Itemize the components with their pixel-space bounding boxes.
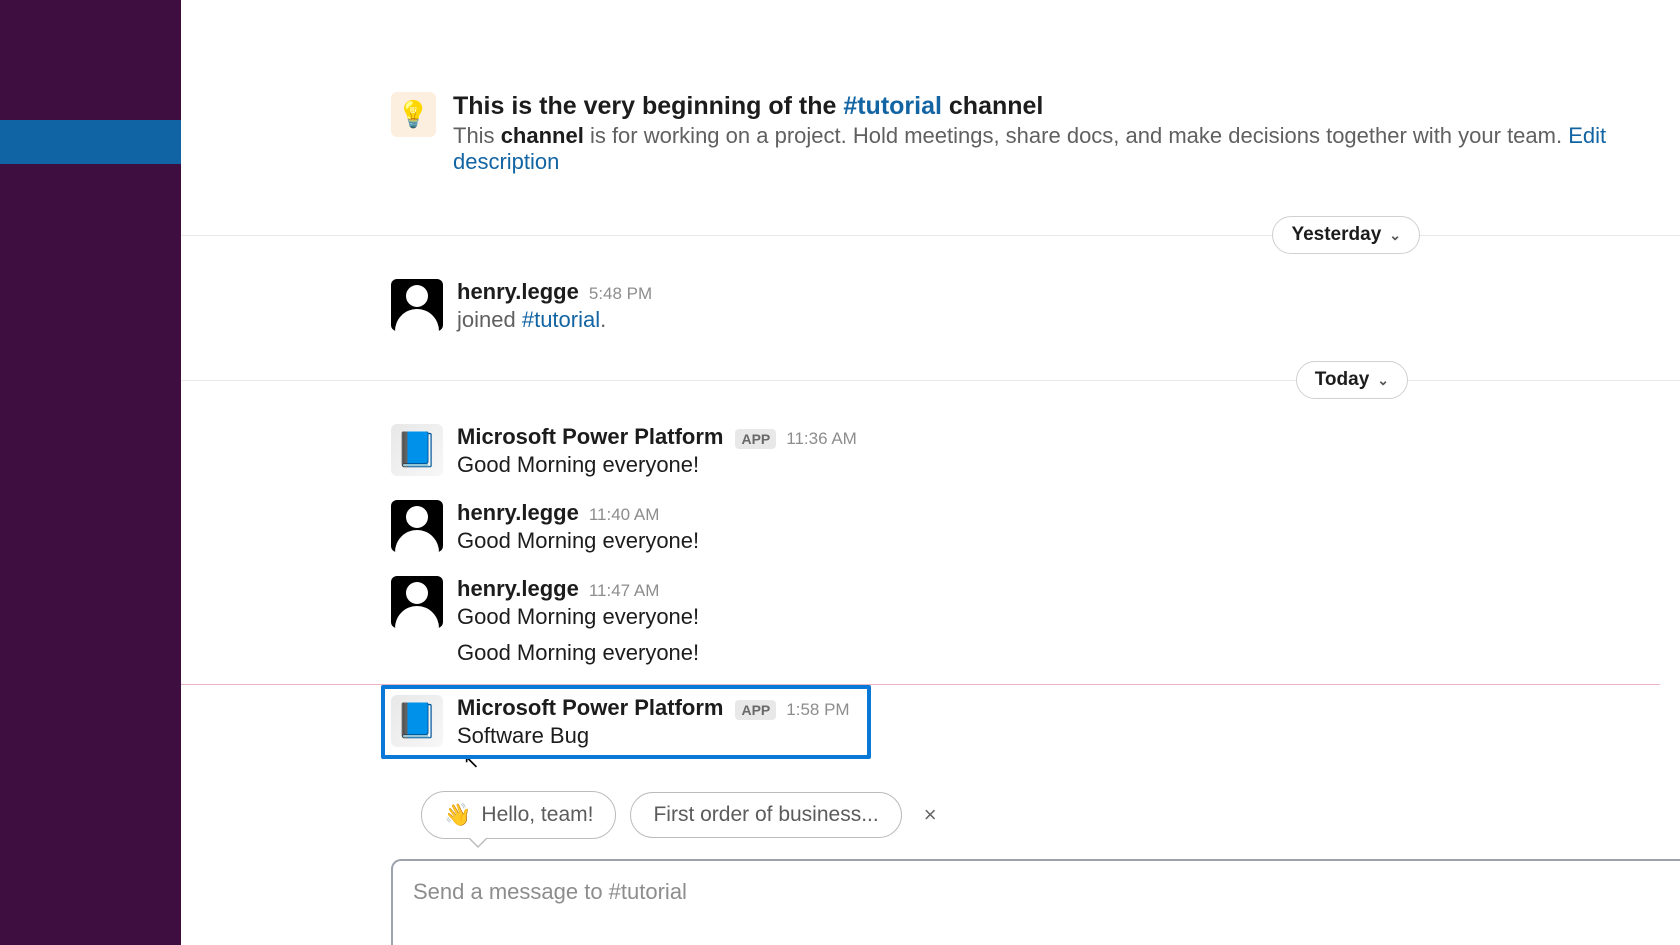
app-badge: APP <box>735 700 776 720</box>
date-pill-yesterday[interactable]: Yesterday ⌄ <box>1272 216 1420 254</box>
message-list: henry.legge 5:48 PM joined #tutorial. <box>181 275 1680 366</box>
composer-placeholder: Send a message to #tutorial <box>413 879 1660 905</box>
intro-channel-link[interactable]: #tutorial <box>843 92 942 120</box>
sidebar-item-1[interactable]: ls <box>0 164 181 208</box>
chip-label: Hello, team! <box>481 803 593 827</box>
sidebar-item-3[interactable]: (you) <box>0 251 181 295</box>
chevron-down-icon: ⌄ <box>1389 227 1401 244</box>
date-pill-label: Yesterday <box>1291 224 1381 246</box>
chips-close-button[interactable]: × <box>916 798 945 832</box>
message-composer[interactable]: Send a message to #tutorial <box>391 859 1680 945</box>
suggestion-chips: 👋 Hello, team! First order of business..… <box>181 791 1680 839</box>
sidebar-item-2[interactable]: es <box>0 207 181 251</box>
msg-text-pre: joined <box>457 307 522 332</box>
date-divider-yesterday: Yesterday ⌄ <box>181 215 1680 255</box>
message-text: Good Morning everyone! <box>457 640 699 666</box>
intro-title-prefix: This is the very beginning of the <box>453 92 843 120</box>
sidebar: Threads ls es (you) ates <box>0 0 181 945</box>
message-row[interactable]: henry.legge 11:40 AM Good Morning everyo… <box>391 496 1660 558</box>
message-author[interactable]: henry.legge <box>457 500 579 526</box>
avatar-app[interactable]: 📘 <box>391 424 443 476</box>
intro-subtitle: This channel is for working on a project… <box>453 123 1660 175</box>
channel-link[interactable]: #tutorial <box>522 307 600 332</box>
selected-text: Software Bug <box>457 723 589 748</box>
message-row[interactable]: 📘 Microsoft Power Platform APP 11:36 AM … <box>391 420 1660 482</box>
msg-text-post: . <box>600 307 606 332</box>
chip-label: First order of business... <box>653 803 878 827</box>
message-text: Good Morning everyone! <box>457 452 1660 478</box>
message-time: 1:58 PM <box>786 700 849 720</box>
avatar-user[interactable] <box>391 279 443 331</box>
avatar-user[interactable] <box>391 500 443 552</box>
date-pill-today[interactable]: Today ⌄ <box>1296 361 1408 399</box>
sidebar-item-4[interactable]: ates <box>0 294 181 338</box>
chip-first-order[interactable]: First order of business... <box>630 792 901 838</box>
message-list-today: 📘 Microsoft Power Platform APP 11:36 AM … <box>181 420 1680 773</box>
message-row-continuation[interactable]: Good Morning everyone! <box>457 634 1660 670</box>
intro-sub-prefix: This <box>453 123 501 148</box>
composer-wrap: Send a message to #tutorial <box>181 839 1680 945</box>
avatar-user[interactable] <box>391 576 443 628</box>
message-text: Software Bug <box>457 723 861 749</box>
message-time: 11:47 AM <box>589 581 660 601</box>
message-text: Good Morning everyone! <box>457 528 1660 554</box>
message-author[interactable]: Microsoft Power Platform <box>457 695 723 721</box>
intro-title-suffix: channel <box>942 92 1043 120</box>
wave-icon: 👋 <box>444 802 471 828</box>
message-time: 11:40 AM <box>589 505 660 525</box>
message-row-highlighted[interactable]: 📘 Microsoft Power Platform APP 1:58 PM S… <box>381 685 871 759</box>
message-text: joined #tutorial. <box>457 307 1660 333</box>
message-row[interactable]: henry.legge 11:47 AM Good Morning everyo… <box>391 572 1660 634</box>
intro-title: This is the very beginning of the #tutor… <box>453 92 1660 121</box>
message-author[interactable]: Microsoft Power Platform <box>457 424 723 450</box>
sidebar-item-0[interactable]: Threads <box>0 120 181 164</box>
channel-intro: 💡 This is the very beginning of the #tut… <box>181 0 1680 205</box>
message-author[interactable]: henry.legge <box>457 576 579 602</box>
message-author[interactable]: henry.legge <box>457 279 579 305</box>
message-time: 5:48 PM <box>589 284 652 304</box>
divider-line <box>181 235 1680 236</box>
avatar-app[interactable]: 📘 <box>391 695 443 747</box>
chip-hello-team[interactable]: 👋 Hello, team! <box>421 791 616 839</box>
message-text: Good Morning everyone! <box>457 604 1660 630</box>
chevron-down-icon: ⌄ <box>1377 372 1389 389</box>
intro-sub-rest: is for working on a project. Hold meetin… <box>584 123 1568 148</box>
lightbulb-icon: 💡 <box>391 92 436 137</box>
main-panel: 💡 This is the very beginning of the #tut… <box>181 0 1680 945</box>
message-time: 11:36 AM <box>786 429 857 449</box>
divider-line <box>181 380 1680 381</box>
message-row[interactable]: henry.legge 5:48 PM joined #tutorial. <box>391 275 1660 337</box>
intro-sub-bold: channel <box>501 123 584 148</box>
date-pill-label: Today <box>1315 369 1370 391</box>
date-divider-today: Today ⌄ <box>181 360 1680 400</box>
app-badge: APP <box>735 429 776 449</box>
